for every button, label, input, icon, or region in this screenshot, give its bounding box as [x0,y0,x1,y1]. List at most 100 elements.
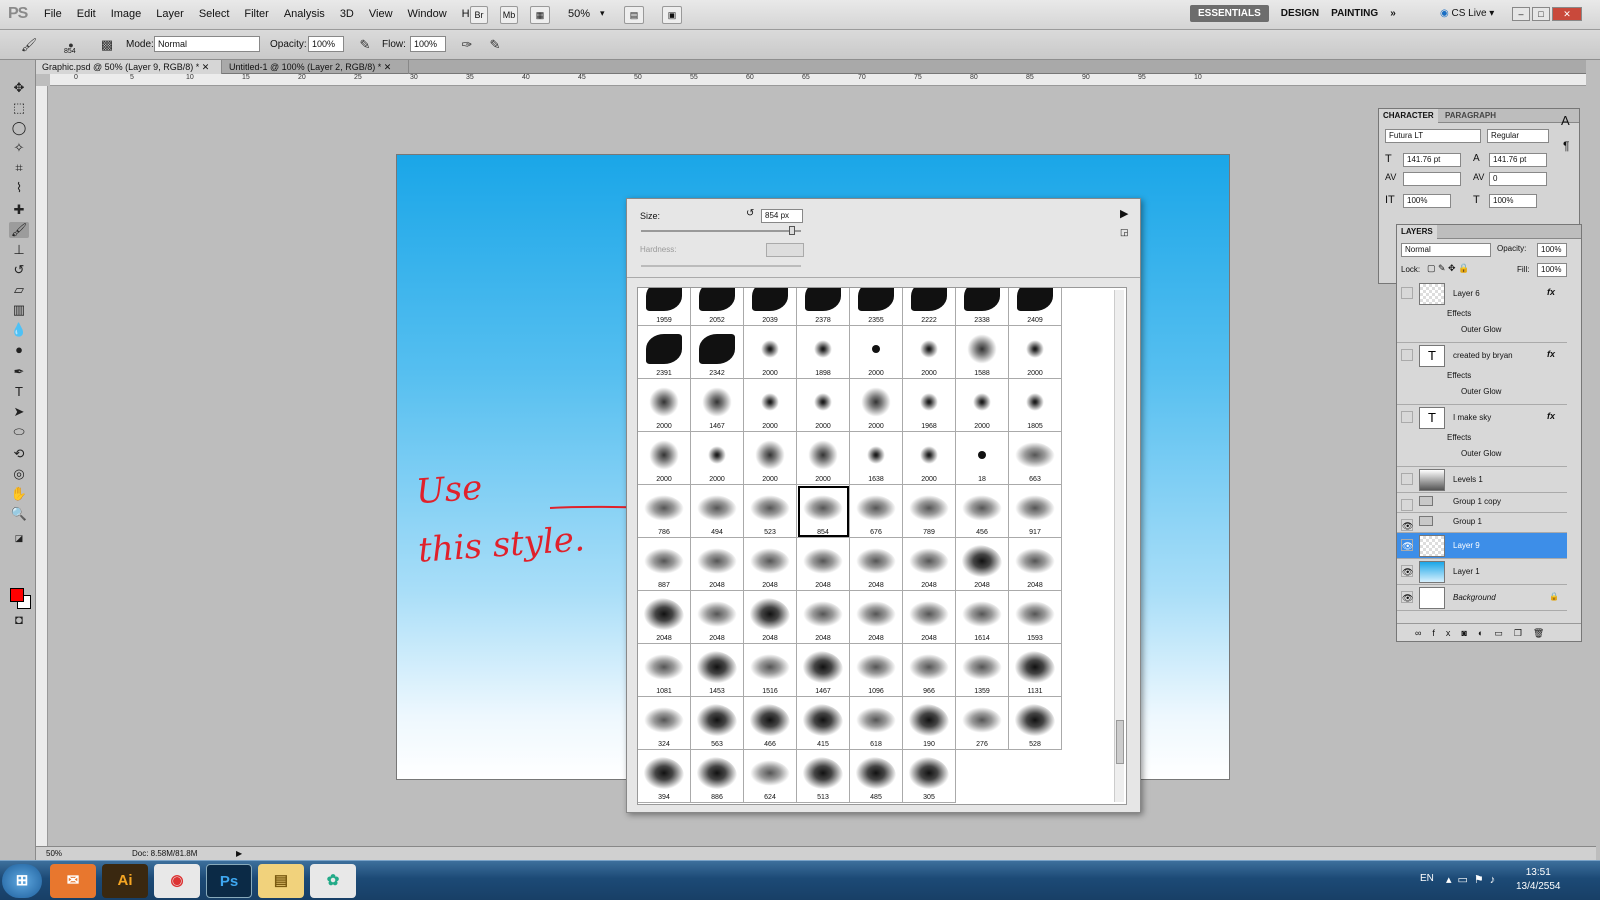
visibility-eye-icon[interactable] [1401,499,1413,511]
flow-input[interactable]: 100% [410,36,446,52]
new-preset-icon[interactable]: ◲ [1120,227,1129,238]
font-family-select[interactable]: Futura LT [1385,129,1481,143]
brush-preset-33[interactable]: 494 [691,485,744,538]
gradient-tool-icon[interactable]: ▥ [9,302,29,318]
visibility-eye-icon[interactable] [1401,287,1413,299]
layer-row[interactable]: Levels 1 [1397,467,1567,493]
lock-icons[interactable]: ▢ ✎ ✥ 🔒 [1427,263,1469,274]
character-panel-icon[interactable]: A [1561,113,1570,128]
brush-preset-39[interactable]: 917 [1009,485,1062,538]
pressure-opacity-icon[interactable]: ✎ [356,36,374,54]
brush-preset-2[interactable]: 2039 [744,288,797,326]
mini-bridge-button[interactable]: Mb [500,6,518,24]
brush-preset-55[interactable]: 1593 [1009,591,1062,644]
delete-layer-icon[interactable]: 🗑 [1533,628,1555,638]
brush-preset-24[interactable]: 2000 [638,432,691,485]
airbrush-icon[interactable]: ✑ [458,36,476,54]
brush-preset-11[interactable]: 1898 [797,326,850,379]
blend-mode-select[interactable]: Normal [1401,243,1491,257]
adjustment-icon[interactable]: ◐ [1478,628,1494,638]
workspace-painting[interactable]: PAINTING [1331,8,1378,19]
brush-preset-60[interactable]: 1096 [850,644,903,697]
brush-preset-64[interactable]: 324 [638,697,691,750]
brush-preset-5[interactable]: 2222 [903,288,956,326]
brush-preset-50[interactable]: 2048 [744,591,797,644]
brush-preset-27[interactable]: 2000 [797,432,850,485]
brush-preset-54[interactable]: 1614 [956,591,1009,644]
brush-preset-42[interactable]: 2048 [744,538,797,591]
language-indicator[interactable]: EN [1420,873,1434,884]
move-tool-icon[interactable]: ✥ [9,80,29,96]
brush-preset-58[interactable]: 1516 [744,644,797,697]
brush-preset-1[interactable]: 2052 [691,288,744,326]
pen-tool-icon[interactable]: ✒ [9,364,29,380]
brush-preset-74[interactable]: 624 [744,750,797,803]
brush-preset-20[interactable]: 2000 [850,379,903,432]
font-style-select[interactable]: Regular [1487,129,1549,143]
kerning-input[interactable] [1403,172,1461,186]
tab-graphic-psd[interactable]: Graphic.psd @ 50% (Layer 9, RGB/8) * ✕ [36,60,222,74]
tab-untitled-1[interactable]: Untitled-1 @ 100% (Layer 2, RGB/8) * ✕ [223,60,409,74]
marquee-tool-icon[interactable]: ⬚ [9,100,29,116]
menu-file[interactable]: File [44,8,62,20]
brush-preset-48[interactable]: 2048 [638,591,691,644]
tab-paragraph[interactable]: PARAGRAPH [1441,109,1500,123]
layer-effects-icon[interactable]: fx [1547,287,1555,297]
menu-edit[interactable]: Edit [77,8,96,20]
brush-preset-37[interactable]: 789 [903,485,956,538]
brush-preset-29[interactable]: 2000 [903,432,956,485]
layer-opacity-input[interactable]: 100% [1537,243,1567,257]
brush-preset-21[interactable]: 1968 [903,379,956,432]
fill-input[interactable]: 100% [1537,263,1567,277]
quick-select-tool-icon[interactable]: ✧ [9,140,29,156]
brush-preset-4[interactable]: 2355 [850,288,903,326]
more-workspaces-button[interactable]: » [1390,8,1396,19]
brush-preset-61[interactable]: 966 [903,644,956,697]
layer-row[interactable]: Group 1 copy [1397,493,1567,513]
3d-rotate-tool-icon[interactable]: ⟲ [9,446,29,462]
default-colors-icon[interactable]: ◪ [9,530,29,546]
close-tab-icon[interactable]: ✕ [384,62,392,72]
brush-preset-7[interactable]: 2409 [1009,288,1062,326]
brush-preset-41[interactable]: 2048 [691,538,744,591]
size-slider-track[interactable] [641,230,801,232]
workspace-essentials[interactable]: ESSENTIALS [1190,5,1269,22]
taskbar-chrome-icon[interactable]: ◉ [154,864,200,898]
menu-view[interactable]: View [369,8,393,20]
visibility-eye-icon[interactable]: 👁 [1401,565,1413,577]
picker-menu-icon[interactable]: ▶ [1120,207,1128,220]
link-layers-icon[interactable]: ∞ [1415,628,1432,638]
arrange-documents-icon[interactable]: ▤ [624,6,644,24]
horizontal-scale-input[interactable]: 100% [1489,194,1537,208]
visibility-eye-icon[interactable] [1401,411,1413,423]
brush-preset-36[interactable]: 676 [850,485,903,538]
brush-preset-6[interactable]: 2338 [956,288,1009,326]
close-tab-icon[interactable]: ✕ [202,62,210,72]
hardness-input[interactable] [766,243,804,257]
taskbar-illustrator-icon[interactable]: Ai [102,864,148,898]
leading-input[interactable]: 141.76 pt [1489,153,1547,167]
layer-row[interactable]: 👁 Layer 1 [1397,559,1567,585]
brush-preset-12[interactable]: 2000 [850,326,903,379]
brush-preset-57[interactable]: 1453 [691,644,744,697]
taskbar-explorer-icon[interactable]: ▤ [258,864,304,898]
brush-preset-47[interactable]: 2048 [1009,538,1062,591]
brush-preset-44[interactable]: 2048 [850,538,903,591]
path-select-tool-icon[interactable]: ➤ [9,404,29,420]
brush-preset-67[interactable]: 415 [797,697,850,750]
workspace-design[interactable]: DESIGN [1281,8,1319,19]
brush-preset-18[interactable]: 2000 [744,379,797,432]
layer-row[interactable]: 👁 Background 🔒 [1397,585,1567,611]
layer-name[interactable]: Layer 9 [1453,541,1480,550]
brush-preset-22[interactable]: 2000 [956,379,1009,432]
layer-name[interactable]: created by bryan [1453,351,1513,360]
menu-layer[interactable]: Layer [156,8,184,20]
pressure-size-icon[interactable]: ✎ [486,36,504,54]
history-brush-tool-icon[interactable]: ↺ [9,262,29,278]
eraser-tool-icon[interactable]: ▱ [9,282,29,298]
brush-preset-72[interactable]: 394 [638,750,691,803]
status-zoom[interactable]: 50% [46,847,62,860]
brush-preset-63[interactable]: 1131 [1009,644,1062,697]
font-size-input[interactable]: 141.76 pt [1403,153,1461,167]
brush-preset-65[interactable]: 563 [691,697,744,750]
